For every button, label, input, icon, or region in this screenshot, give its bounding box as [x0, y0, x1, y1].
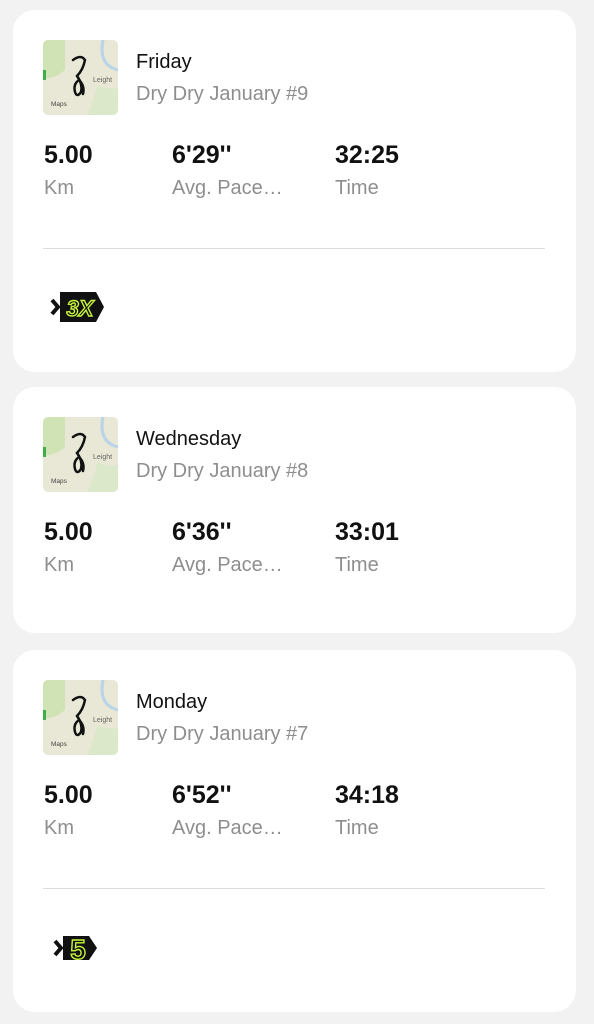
time-value: 33:01 [335, 518, 399, 546]
distance-label: Km [44, 554, 74, 576]
svg-text:Maps: Maps [51, 101, 68, 108]
time-label: Time [335, 554, 379, 576]
svg-text:Maps: Maps [51, 741, 68, 748]
svg-text:Leight: Leight [93, 77, 112, 84]
pace-value: 6'52'' [172, 781, 232, 809]
time-label: Time [335, 817, 379, 839]
activity-card[interactable]: Leight Maps Wednesday Dry Dry January #8… [13, 387, 576, 633]
distance-value: 5.00 [44, 781, 93, 809]
svg-text:Leight: Leight [93, 717, 112, 724]
activity-name: Dry Dry January #9 [136, 83, 309, 105]
route-map-thumbnail[interactable]: Leight Maps [43, 40, 118, 115]
distance-label: Km [44, 177, 74, 199]
3x-streak-badge-icon[interactable]: 3X [48, 286, 108, 333]
route-map-thumbnail[interactable]: Leight Maps [43, 417, 118, 492]
map-route-icon: Leight Maps [43, 417, 118, 492]
distance-value: 5.00 [44, 518, 93, 546]
time-label: Time [335, 177, 379, 199]
pace-label: Avg. Pace… [172, 177, 283, 199]
activity-day: Wednesday [136, 428, 242, 450]
svg-text:Maps: Maps [51, 478, 68, 485]
svg-text:3X: 3X [67, 296, 95, 321]
map-route-icon: Leight Maps [43, 40, 118, 115]
time-value: 32:25 [335, 141, 399, 169]
pace-label: Avg. Pace… [172, 817, 283, 839]
activity-card[interactable]: Leight Maps Friday Dry Dry January #9 5.… [13, 10, 576, 372]
route-map-thumbnail[interactable]: Leight Maps [43, 680, 118, 755]
5-streak-badge-icon[interactable]: 5 [53, 926, 103, 975]
pace-value: 6'36'' [172, 518, 232, 546]
activity-name: Dry Dry January #7 [136, 723, 309, 745]
pace-value: 6'29'' [172, 141, 232, 169]
distance-value: 5.00 [44, 141, 93, 169]
svg-text:5: 5 [70, 934, 86, 965]
activity-day: Friday [136, 51, 192, 73]
divider [43, 248, 545, 249]
time-value: 34:18 [335, 781, 399, 809]
activity-day: Monday [136, 691, 208, 713]
distance-label: Km [44, 817, 74, 839]
svg-text:Leight: Leight [93, 454, 112, 461]
activity-card[interactable]: Leight Maps Monday Dry Dry January #7 5.… [13, 650, 576, 1012]
map-route-icon: Leight Maps [43, 680, 118, 755]
activity-name: Dry Dry January #8 [136, 460, 309, 482]
divider [43, 888, 545, 889]
pace-label: Avg. Pace… [172, 554, 283, 576]
